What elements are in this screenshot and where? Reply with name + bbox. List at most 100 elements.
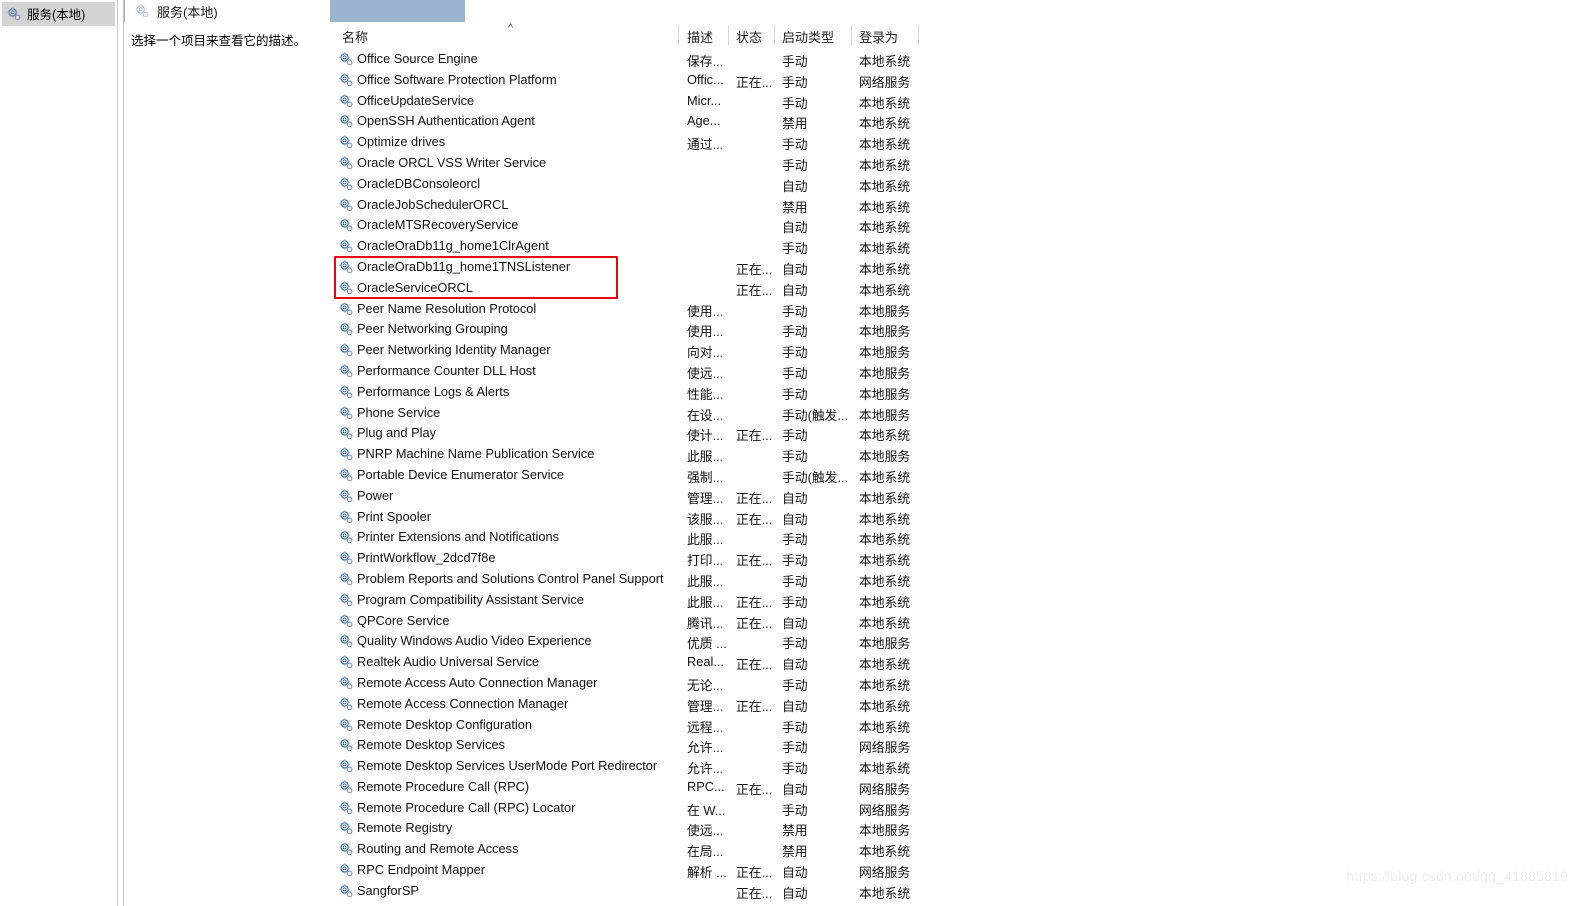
service-startup-type: 自动: [782, 781, 808, 797]
service-name: SangforSP: [357, 882, 419, 898]
service-description: Age...: [687, 113, 721, 129]
service-row[interactable]: Optimize drives 通过... 手动 本地系统: [330, 132, 1580, 153]
service-gear-icon: [338, 113, 354, 129]
service-name: Office Software Protection Platform: [357, 71, 557, 87]
service-row[interactable]: OpenSSH Authentication Agent Age... 禁用 本地系统: [330, 111, 1580, 132]
service-gear-icon: [338, 613, 354, 629]
service-name: OracleServiceORCL: [357, 279, 473, 295]
service-name: Routing and Remote Access: [357, 841, 519, 857]
service-row[interactable]: Remote Desktop Services UserMode Port Re…: [330, 756, 1580, 777]
service-row[interactable]: Office Source Engine 保存... 手动 本地系统: [330, 49, 1580, 70]
service-row[interactable]: Performance Logs & Alerts 性能... 手动 本地服务: [330, 382, 1580, 403]
service-status: 正在...: [736, 74, 773, 90]
service-name: Remote Procedure Call (RPC) Locator: [357, 799, 576, 815]
service-gear-icon: [338, 342, 354, 358]
service-status: 正在...: [736, 781, 773, 797]
service-log-on-as: 本地系统: [859, 490, 911, 506]
service-log-on-as: 网络服务: [859, 74, 911, 90]
service-description: 性能...: [687, 386, 724, 402]
service-startup-type: 手动: [782, 594, 808, 610]
service-row[interactable]: Remote Access Connection Manager 管理... 正在.…: [330, 694, 1580, 715]
window-header-band: [124, 0, 1580, 22]
service-description: 管理...: [687, 490, 724, 506]
details-pane-title-label: 服务(本地): [157, 4, 218, 20]
column-divider[interactable]: [774, 25, 775, 45]
service-row[interactable]: OracleJobSchedulerORCL 禁用 本地系统: [330, 195, 1580, 216]
service-startup-type: 自动: [782, 261, 808, 277]
service-name: Peer Name Resolution Protocol: [357, 300, 537, 316]
service-row[interactable]: Print Spooler 该服... 正在... 自动 本地系统: [330, 507, 1580, 528]
service-row[interactable]: Peer Name Resolution Protocol 使用... 手动 本地服务: [330, 299, 1580, 320]
service-startup-type: 手动: [782, 324, 808, 340]
service-row[interactable]: Peer Networking Grouping 使用... 手动 本地服务: [330, 319, 1580, 340]
service-row[interactable]: OracleOraDb11g_home1TNSListener 正在... 自动 本地…: [330, 257, 1580, 278]
column-divider[interactable]: [728, 25, 729, 45]
service-row[interactable]: Performance Counter DLL Host 使远... 手动 本地服务: [330, 361, 1580, 382]
service-row[interactable]: PrintWorkflow_2dcd7f8e 打印... 正在... 手动 本地系统: [330, 548, 1580, 569]
column-divider[interactable]: [678, 25, 679, 45]
service-description: 允许...: [687, 740, 724, 756]
service-startup-type: 自动: [782, 511, 808, 527]
service-name: Problem Reports and Solutions Control Pa…: [357, 570, 664, 586]
service-startup-type: 手动: [782, 553, 808, 569]
service-row[interactable]: Remote Procedure Call (RPC) Locator 在 W..…: [330, 798, 1580, 819]
service-description: 解析 ...: [687, 865, 727, 881]
column-divider[interactable]: [851, 25, 852, 45]
service-row[interactable]: Peer Networking Identity Manager 向对... 手动 本…: [330, 340, 1580, 361]
service-startup-type: 手动: [782, 428, 808, 444]
service-row[interactable]: Oracle ORCL VSS Writer Service 手动 本地系统: [330, 153, 1580, 174]
column-divider[interactable]: [918, 25, 919, 45]
column-header-status[interactable]: 状态: [736, 27, 762, 46]
service-row[interactable]: Portable Device Enumerator Service 强制... 手…: [330, 465, 1580, 486]
service-gear-icon: [338, 737, 354, 753]
service-row[interactable]: Remote Procedure Call (RPC) RPC... 正在... 自动…: [330, 777, 1580, 798]
service-startup-type: 自动: [782, 282, 808, 298]
service-gear-icon: [338, 862, 354, 878]
service-gear-icon: [338, 550, 354, 566]
service-status: 正在...: [736, 594, 773, 610]
service-row[interactable]: Program Compatibility Assistant Service 此…: [330, 590, 1580, 611]
service-name: OracleMTSRecoveryService: [357, 217, 519, 233]
service-row[interactable]: Realtek Audio Universal Service Real... 正在…: [330, 652, 1580, 673]
column-header-log-on-as[interactable]: 登录为: [859, 27, 898, 46]
service-row[interactable]: Plug and Play 使计... 正在... 手动 本地系统: [330, 423, 1580, 444]
service-name: Peer Networking Grouping: [357, 321, 508, 337]
column-header-startup-type[interactable]: 启动类型: [782, 27, 834, 46]
column-header-name[interactable]: 名称: [342, 27, 368, 46]
service-row[interactable]: Remote Access Auto Connection Manager 无论.…: [330, 673, 1580, 694]
service-startup-type: 自动: [782, 865, 808, 881]
service-row[interactable]: OracleServiceORCL 正在... 自动 本地系统: [330, 278, 1580, 299]
service-gear-icon: [338, 841, 354, 857]
service-row[interactable]: Office Software Protection Platform Offic…: [330, 70, 1580, 91]
service-name: Power: [357, 487, 394, 503]
service-startup-type: 手动: [782, 157, 808, 173]
service-gear-icon: [338, 696, 354, 712]
service-log-on-as: 本地系统: [859, 157, 911, 173]
column-header-description[interactable]: 描述: [687, 27, 713, 46]
service-name: Peer Networking Identity Manager: [357, 342, 551, 358]
service-row[interactable]: QPCore Service 腾讯... 正在... 自动 本地系统: [330, 611, 1580, 632]
service-row[interactable]: Phone Service 在设... 手动(触发... 本地服务: [330, 403, 1580, 424]
service-name: Remote Access Connection Manager: [357, 695, 569, 711]
service-row[interactable]: Printer Extensions and Notifications 此服..…: [330, 527, 1580, 548]
list-pane-shoulder: [453, 0, 1580, 22]
service-row[interactable]: OfficeUpdateService Micr... 手动 本地系统: [330, 91, 1580, 112]
service-status: 正在...: [736, 428, 773, 444]
service-gear-icon: [338, 155, 354, 171]
tree-item-services-local[interactable]: 服务(本地): [2, 2, 115, 26]
service-row[interactable]: Remote Desktop Services 允许... 手动 网络服务: [330, 735, 1580, 756]
service-row[interactable]: Problem Reports and Solutions Control Pa…: [330, 569, 1580, 590]
service-row[interactable]: Routing and Remote Access 在局... 禁用 本地系统: [330, 839, 1580, 860]
service-row[interactable]: Quality Windows Audio Video Experience 优质…: [330, 631, 1580, 652]
service-row[interactable]: Remote Registry 使远... 禁用 本地服务: [330, 818, 1580, 839]
service-row[interactable]: OracleOraDb11g_home1ClrAgent 手动 本地系统: [330, 236, 1580, 257]
service-row[interactable]: Power 管理... 正在... 自动 本地系统: [330, 486, 1580, 507]
service-startup-type: 自动: [782, 615, 808, 631]
service-description: 无论...: [687, 677, 724, 693]
pane-splitter[interactable]: [118, 0, 124, 906]
service-row[interactable]: OracleDBConsoleorcl 自动 本地系统: [330, 174, 1580, 195]
service-log-on-as: 本地系统: [859, 698, 911, 714]
service-row[interactable]: Remote Desktop Configuration 远程... 手动 本地系统: [330, 715, 1580, 736]
service-row[interactable]: PNRP Machine Name Publication Service 此服.…: [330, 444, 1580, 465]
service-row[interactable]: OracleMTSRecoveryService 自动 本地系统: [330, 215, 1580, 236]
